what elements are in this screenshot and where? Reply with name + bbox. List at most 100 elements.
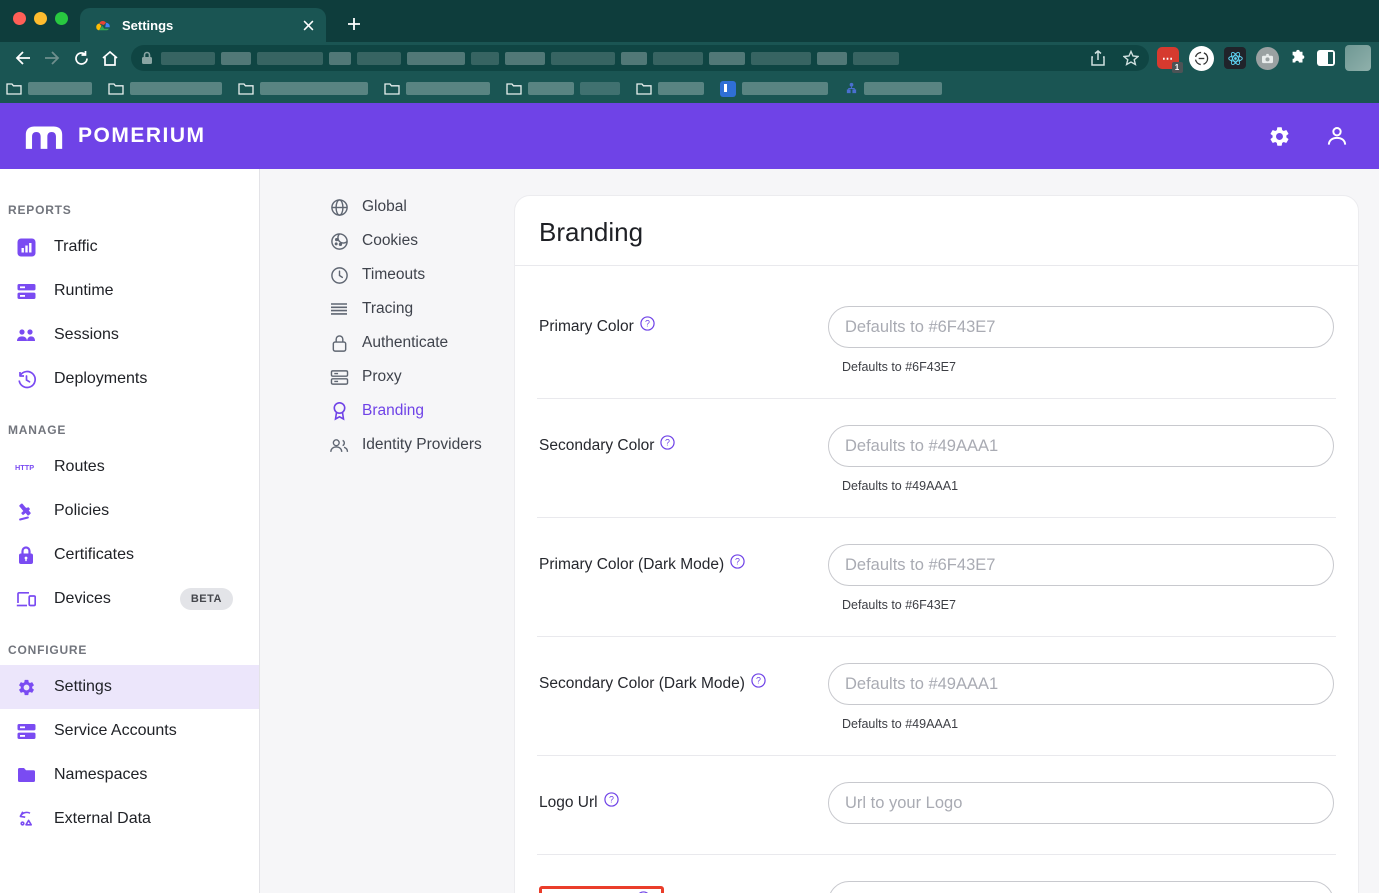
sidebar-section-configure: CONFIGURE	[0, 643, 259, 657]
bookmark-folder[interactable]	[6, 82, 92, 95]
pomerium-logo-icon	[22, 123, 66, 150]
field-row-secondary-color: Secondary Color ? Defaults to #49AAA1	[515, 399, 1358, 517]
namespaces-folder-icon	[15, 764, 37, 786]
profile-avatar[interactable]	[1345, 45, 1371, 71]
help-icon[interactable]: ?	[660, 435, 675, 450]
sidebar-item-namespaces[interactable]: Namespaces	[0, 753, 259, 797]
redacted-url-text	[161, 52, 899, 65]
svg-text:HTTP: HTTP	[15, 463, 34, 472]
screenshot-extension-icon[interactable]	[1256, 47, 1279, 70]
identity-providers-people-icon	[329, 435, 349, 455]
help-icon[interactable]: ?	[730, 554, 745, 569]
page-title: Branding	[515, 196, 1358, 266]
field-row-primary-color-dark: Primary Color (Dark Mode) ? Defaults to …	[515, 518, 1358, 636]
favicon-url-input[interactable]	[828, 881, 1334, 893]
extensions-row: ⋯1	[1157, 45, 1371, 71]
field-label: Secondary Color (Dark Mode)	[539, 675, 745, 693]
globe-icon	[329, 197, 349, 217]
address-bar[interactable]	[131, 45, 1149, 71]
service-accounts-icon	[15, 720, 37, 742]
extension-badge: 1	[1172, 62, 1183, 73]
tab-title: Settings	[122, 18, 300, 33]
forward-icon[interactable]	[40, 45, 63, 71]
new-tab-button[interactable]	[340, 10, 368, 38]
helper-text: Defaults to #6F43E7	[842, 598, 1334, 612]
help-icon[interactable]: ?	[604, 792, 619, 807]
primary-color-input[interactable]	[828, 306, 1334, 348]
helper-text: Defaults to #49AAA1	[842, 479, 1334, 493]
field-label: Secondary Color	[539, 437, 654, 455]
bookmark-site[interactable]	[844, 82, 942, 96]
sidebar-item-settings[interactable]: Settings	[0, 665, 259, 709]
subnav-item-authenticate[interactable]: Authenticate	[329, 326, 489, 360]
bookmark-folder[interactable]	[238, 82, 368, 95]
split-view-icon[interactable]	[1317, 50, 1335, 66]
sidebar-item-external-data[interactable]: External Data	[0, 797, 259, 841]
sidebar: REPORTS Traffic Runtime Sessions	[0, 169, 260, 893]
extensions-puzzle-icon[interactable]	[1289, 49, 1307, 67]
subnav-item-timeouts[interactable]: Timeouts	[329, 258, 489, 292]
secondary-color-dark-input[interactable]	[828, 663, 1334, 705]
highlight-red-box: Favicon Url ?	[539, 886, 664, 893]
settings-subnav: Global Cookies Timeouts	[329, 190, 489, 462]
sidebar-item-sessions[interactable]: Sessions	[0, 313, 259, 357]
maximize-window-button[interactable]	[55, 12, 68, 25]
password-extension-icon[interactable]: ⋯1	[1157, 47, 1179, 69]
subnav-item-branding[interactable]: Branding	[329, 394, 489, 428]
bookmark-folder[interactable]	[384, 82, 490, 95]
header-settings-gear-icon[interactable]	[1259, 116, 1299, 156]
sidebar-item-certificates[interactable]: Certificates	[0, 533, 259, 577]
sidebar-section-reports: REPORTS	[0, 203, 259, 217]
back-icon[interactable]	[11, 45, 34, 71]
reload-icon[interactable]	[70, 45, 93, 71]
close-window-button[interactable]	[13, 12, 26, 25]
sidebar-item-policies[interactable]: Policies	[0, 489, 259, 533]
deployments-history-icon	[15, 368, 37, 390]
runtime-server-icon	[15, 280, 37, 302]
home-icon[interactable]	[99, 45, 122, 71]
svg-text:?: ?	[665, 437, 670, 447]
minimize-window-button[interactable]	[34, 12, 47, 25]
certificates-lock-icon	[15, 544, 37, 566]
sidebar-item-runtime[interactable]: Runtime	[0, 269, 259, 313]
routes-http-icon: HTTP	[15, 456, 37, 478]
logo-url-input[interactable]	[828, 782, 1334, 824]
secondary-color-input[interactable]	[828, 425, 1334, 467]
clock-icon	[329, 265, 349, 285]
svg-text:?: ?	[756, 675, 761, 685]
subnav-item-tracing[interactable]: Tracing	[329, 292, 489, 326]
primary-color-dark-input[interactable]	[828, 544, 1334, 586]
lock-icon	[141, 51, 153, 65]
sidebar-item-deployments[interactable]: Deployments	[0, 357, 259, 401]
devices-icon	[15, 588, 37, 610]
subnav-item-identity-providers[interactable]: Identity Providers	[329, 428, 489, 462]
help-icon[interactable]: ?	[751, 673, 766, 688]
share-icon[interactable]	[1091, 50, 1105, 66]
header-account-icon[interactable]	[1317, 116, 1357, 156]
help-icon[interactable]: ?	[640, 316, 655, 331]
sidebar-section-manage: MANAGE	[0, 423, 259, 437]
tab-close-icon[interactable]	[300, 17, 316, 33]
react-devtools-icon[interactable]	[1224, 47, 1246, 69]
bookmark-folder[interactable]	[506, 82, 620, 95]
field-label: Primary Color	[539, 318, 634, 336]
sidebar-item-routes[interactable]: HTTP Routes	[0, 445, 259, 489]
sidebar-item-traffic[interactable]: Traffic	[0, 225, 259, 269]
beta-badge: BETA	[180, 588, 233, 610]
browser-tab-settings[interactable]: Settings	[80, 8, 326, 42]
sidebar-item-service-accounts[interactable]: Service Accounts	[0, 709, 259, 753]
subnav-item-proxy[interactable]: Proxy	[329, 360, 489, 394]
bookmark-trello[interactable]	[720, 81, 828, 97]
subnav-item-cookies[interactable]: Cookies	[329, 224, 489, 258]
field-label: Logo Url	[539, 794, 598, 812]
subnav-item-global[interactable]: Global	[329, 190, 489, 224]
field-row-favicon-url: Favicon Url ?	[515, 855, 1358, 893]
recorder-extension-icon[interactable]	[1189, 46, 1214, 71]
bookmark-folder[interactable]	[108, 82, 222, 95]
bookmark-star-icon[interactable]	[1123, 50, 1139, 66]
bookmark-folder[interactable]	[636, 82, 704, 95]
helper-text: Defaults to #49AAA1	[842, 717, 1334, 731]
svg-text:?: ?	[645, 318, 650, 328]
sidebar-item-devices[interactable]: Devices BETA	[0, 577, 259, 621]
google-cloud-favicon-icon	[94, 18, 112, 32]
